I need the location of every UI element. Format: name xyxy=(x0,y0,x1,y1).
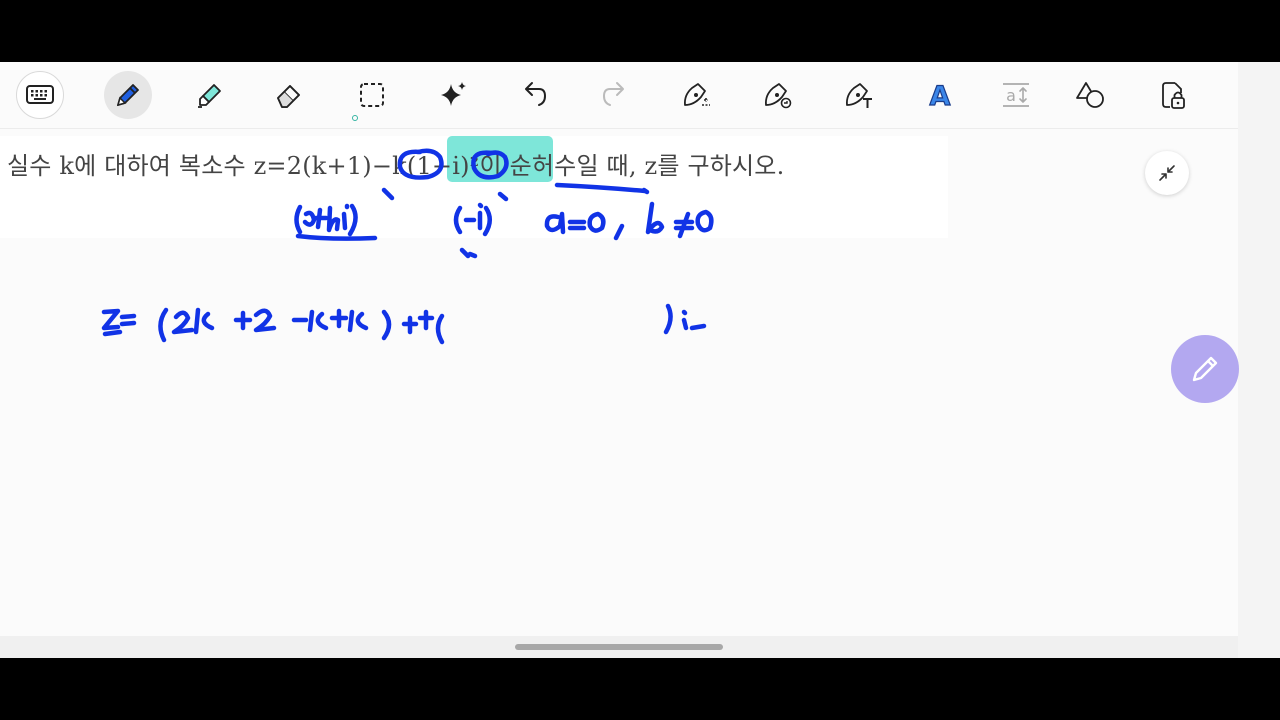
scroll-indicator[interactable] xyxy=(515,644,723,650)
pen-tool-button[interactable] xyxy=(104,71,152,119)
letterbox-top xyxy=(0,0,1280,62)
sparkle-icon xyxy=(441,82,466,106)
pen-icon xyxy=(116,84,139,107)
active-color-dot xyxy=(352,115,358,121)
undo-button[interactable] xyxy=(510,71,558,119)
keyboard-icon xyxy=(26,85,54,104)
redo-icon xyxy=(602,82,624,106)
problem-text: 실수 k에 대하여 복소수 z=2(k+1)−k(1−i)²이 순허수일 때, … xyxy=(7,152,785,180)
highlighter-tool-button[interactable] xyxy=(185,71,233,119)
lock-icon xyxy=(1162,82,1185,109)
redo-button[interactable] xyxy=(591,71,639,119)
text-pen-button[interactable] xyxy=(835,71,883,119)
ink-stamp-icon xyxy=(764,83,792,109)
keyboard-button[interactable] xyxy=(16,71,64,119)
problem-image: 실수 k에 대하여 복소수 z=2(k+1)−k(1−i)²이 순허수일 때, … xyxy=(0,136,948,238)
ink-stamp-button[interactable] xyxy=(754,71,802,119)
text-pen-icon xyxy=(845,83,872,108)
note-app: A a 실수 k에 대하여 복소수 z=2(k+1)−k(1−i)²이 순허수일… xyxy=(0,62,1280,658)
svg-text:A: A xyxy=(930,81,951,112)
ink-equation xyxy=(101,303,707,345)
text-style-button[interactable]: A xyxy=(916,71,964,119)
lasso-tool-button[interactable] xyxy=(348,71,396,119)
lasso-select-icon xyxy=(360,83,384,107)
text-style-icon: A xyxy=(929,80,951,112)
ai-tool-button[interactable] xyxy=(429,71,477,119)
lock-button[interactable] xyxy=(1149,71,1197,119)
pencil-icon xyxy=(1192,356,1218,382)
toolbar: A a xyxy=(0,62,1238,129)
shapes-button[interactable] xyxy=(1067,71,1115,119)
shape-pen-button[interactable] xyxy=(673,71,721,119)
svg-text:a: a xyxy=(1006,86,1016,105)
spacing-icon: a xyxy=(1003,83,1029,107)
spacing-button[interactable]: a xyxy=(992,71,1040,119)
letterbox-bottom xyxy=(0,658,1280,720)
shape-pen-icon xyxy=(683,83,710,106)
highlighter-icon xyxy=(198,84,221,108)
collapse-arrows-icon xyxy=(1159,165,1175,181)
right-gutter xyxy=(1238,62,1280,658)
eraser-icon xyxy=(277,85,300,108)
pen-fab-button[interactable] xyxy=(1171,335,1239,403)
shapes-icon xyxy=(1076,82,1104,108)
collapse-button[interactable] xyxy=(1145,151,1189,195)
undo-icon xyxy=(525,82,547,106)
eraser-tool-button[interactable] xyxy=(265,71,313,119)
